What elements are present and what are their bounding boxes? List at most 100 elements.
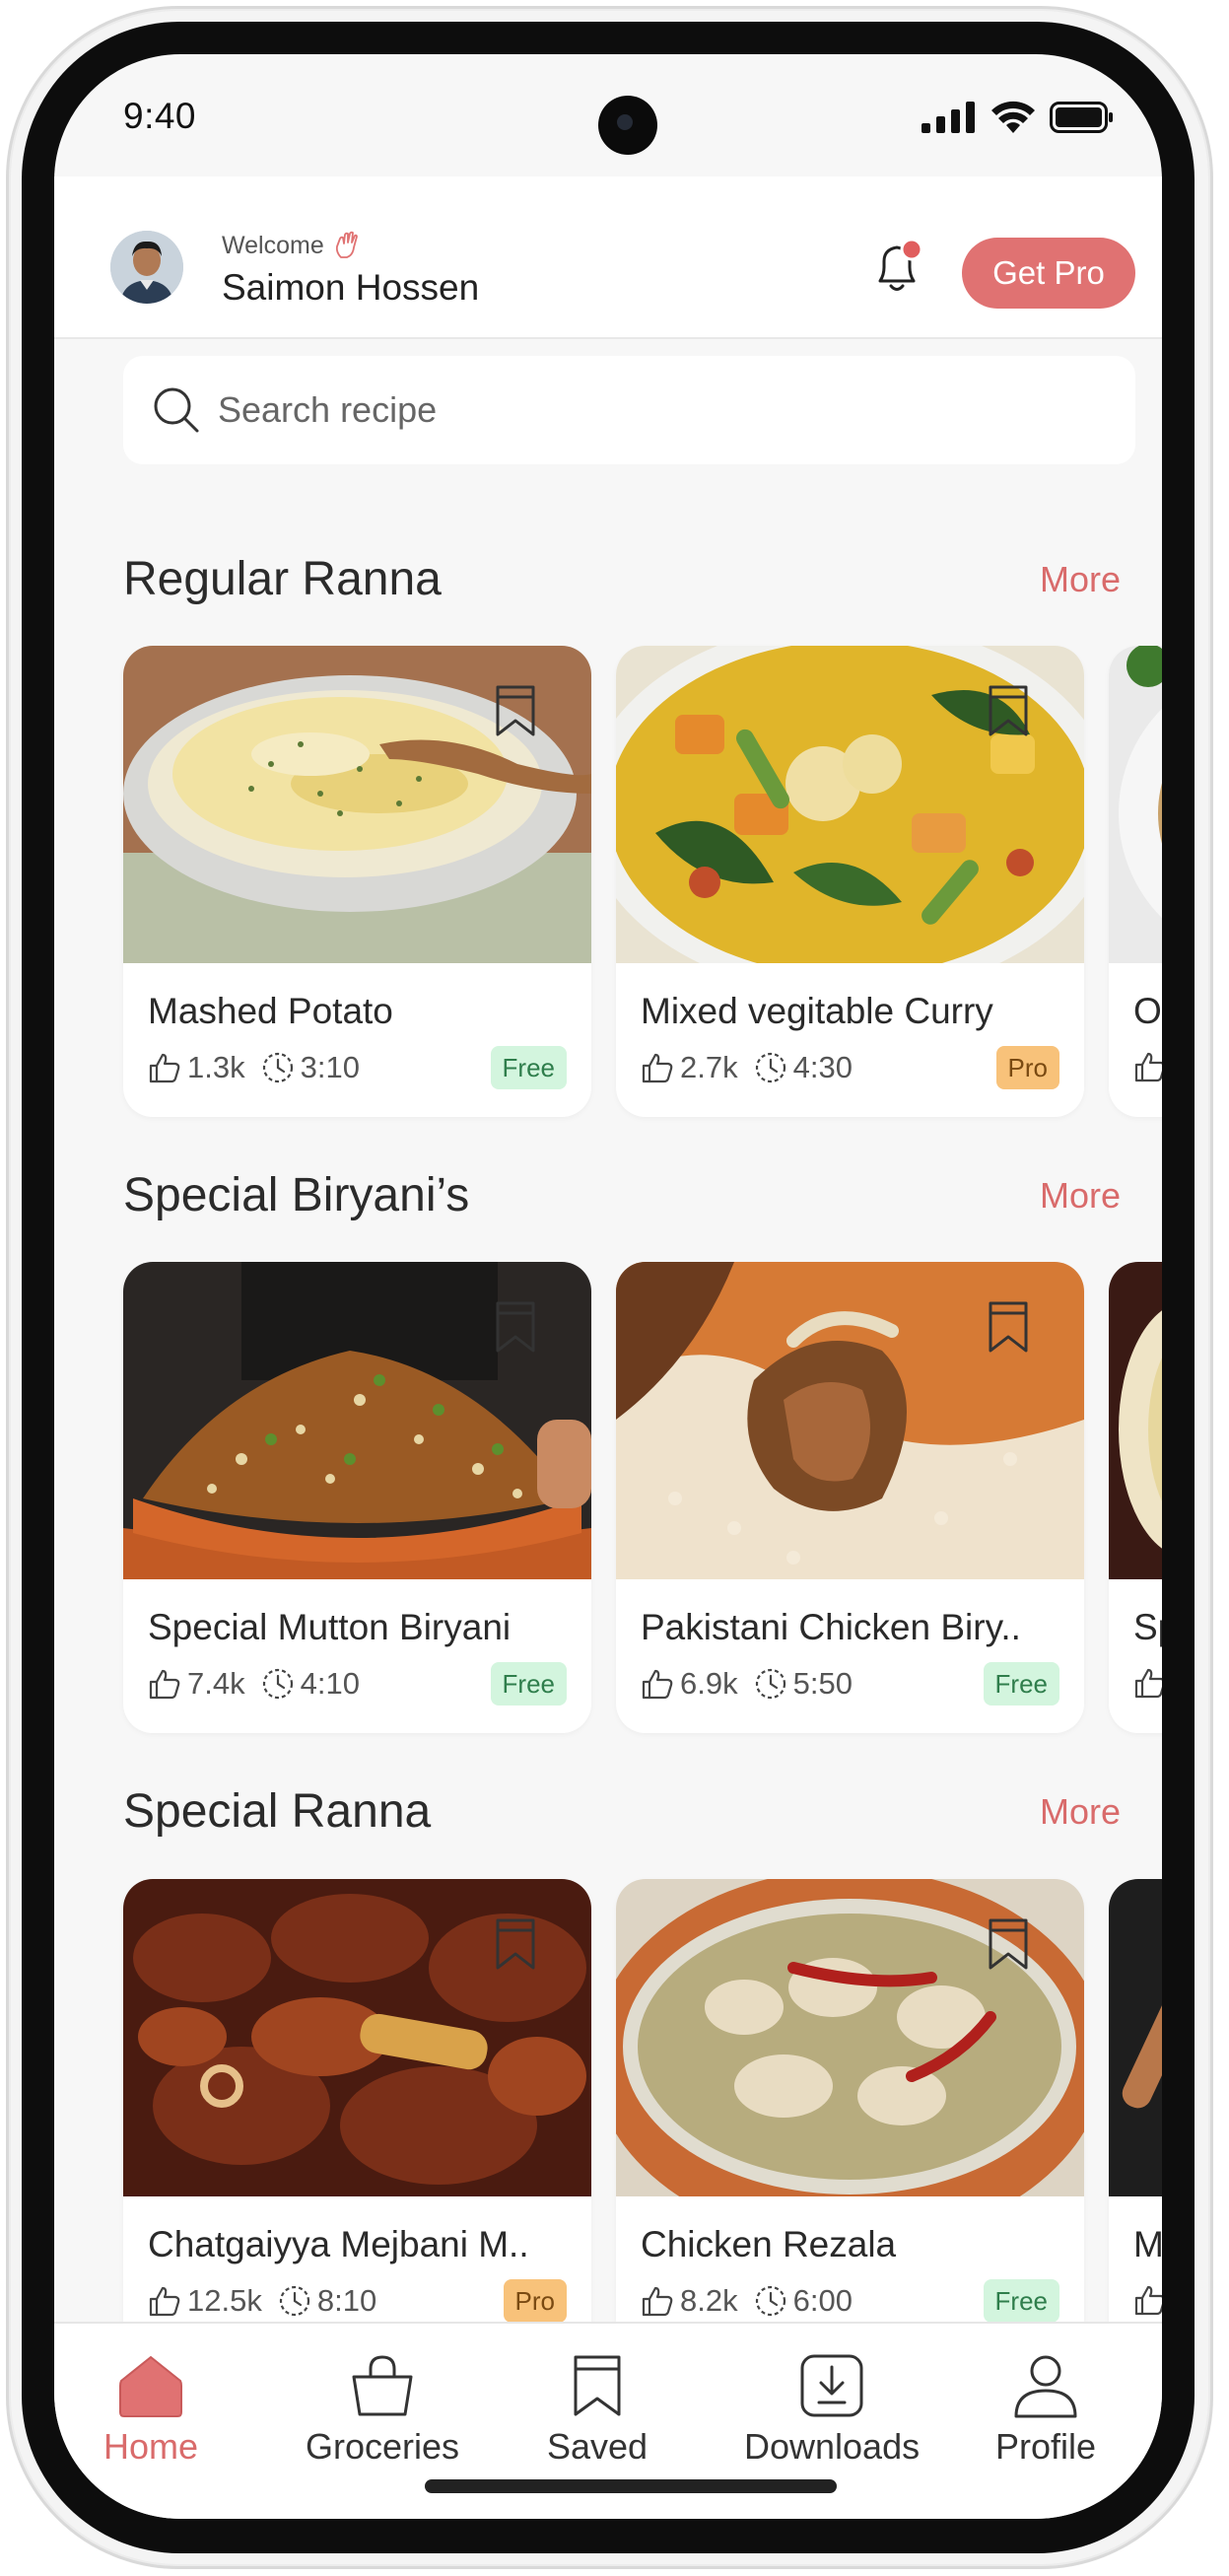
timer-icon <box>755 2285 785 2317</box>
recipe-meta: 12.5k 8:10 <box>148 2283 384 2319</box>
likes-count: 1.3k <box>187 1050 245 1084</box>
recipe-meta <box>1133 1666 1162 1700</box>
status-icons <box>922 101 1115 134</box>
welcome-text: Welcome <box>222 231 362 260</box>
card-row-regular-ranna: Mashed Potato 1.3k 3:10 Free Mixed vegit… <box>123 646 1162 1119</box>
duration-value: 4:10 <box>300 1666 360 1701</box>
nav-profile[interactable]: Profile <box>995 2353 1096 2468</box>
recipe-photo <box>1109 1262 1162 1579</box>
get-pro-button[interactable]: Get Pro <box>962 238 1135 309</box>
free-badge: Free <box>983 1662 1059 1706</box>
nav-downloads[interactable]: Downloads <box>744 2353 920 2468</box>
front-camera <box>598 96 657 155</box>
more-link-special-ranna[interactable]: More <box>1040 1791 1121 1833</box>
timer-icon <box>279 2285 309 2317</box>
recipe-card[interactable]: Special Mutton Biryani 7.4k 4:10 Free <box>123 1262 591 1733</box>
nav-label-groceries: Groceries <box>306 2426 460 2467</box>
thumbs-up-icon <box>149 1053 180 1083</box>
recipe-card[interactable]: Me <box>1109 1879 1162 2350</box>
bookmark-icon[interactable] <box>494 683 537 738</box>
bookmark-icon[interactable] <box>987 1916 1030 1972</box>
section-title-regular-ranna: Regular Ranna <box>123 553 442 605</box>
recipe-title: Chatgaiyya Mejbani M.. <box>148 2224 529 2264</box>
app-screen: 9:40 Welcome Saimon Hossen Get Pro Searc… <box>54 54 1162 2519</box>
likes-stat: 7.4k <box>148 1666 245 1702</box>
status-time: 9:40 <box>123 96 197 136</box>
duration-value: 6:00 <box>792 2283 853 2318</box>
likes-stat: 6.9k <box>641 1666 738 1702</box>
shopping-bag-icon <box>352 2355 413 2416</box>
bookmark-icon[interactable] <box>494 1916 537 1972</box>
nav-label-downloads: Downloads <box>744 2426 921 2467</box>
recipe-photo <box>1109 646 1162 963</box>
pro-badge: Pro <box>995 1046 1059 1089</box>
bookmark-icon[interactable] <box>987 683 1030 738</box>
duration-value: 4:30 <box>792 1050 853 1084</box>
section-title-special-biryani: Special Biryani’s <box>123 1169 470 1221</box>
bookmark-icon[interactable] <box>987 1299 1030 1355</box>
nav-groceries[interactable]: Groceries <box>306 2353 459 2468</box>
recipe-title: Special Mutton Biryani <box>148 1607 512 1647</box>
profile-icon <box>1014 2355 1077 2418</box>
likes-stat: 1.3k <box>148 1050 245 1085</box>
recipe-title: Sp <box>1133 1607 1162 1647</box>
recipe-meta: 6.9k 5:50 <box>641 1666 860 1702</box>
thumbs-up-icon <box>149 2286 180 2317</box>
duration-value: 5:50 <box>792 1666 853 1701</box>
recipe-meta: 1.3k 3:10 <box>148 1050 368 1085</box>
free-badge: Free <box>983 2279 1059 2323</box>
search-input[interactable] <box>216 388 1004 432</box>
duration-stat: 5:50 <box>754 1666 853 1702</box>
wifi-icon <box>991 101 1035 133</box>
user-name: Saimon Hossen <box>222 267 480 308</box>
timer-icon <box>755 1668 785 1700</box>
recipe-title: Chicken Rezala <box>641 2224 897 2264</box>
thumbs-up-icon <box>642 1669 673 1700</box>
card-row-special-biryani: Special Mutton Biryani 7.4k 4:10 Free Pa… <box>123 1262 1162 1735</box>
thumbs-up-icon <box>1134 2285 1162 2316</box>
recipe-meta: 8.2k 6:00 <box>641 2283 860 2319</box>
likes-stat: 2.7k <box>641 1050 738 1085</box>
bell-icon <box>878 238 923 291</box>
more-link-regular-ranna[interactable]: More <box>1040 559 1121 600</box>
recipe-card[interactable]: On <box>1109 646 1162 1117</box>
recipe-card[interactable]: Chatgaiyya Mejbani M.. 12.5k 8:10 Pro <box>123 1879 591 2350</box>
timer-icon <box>262 1668 293 1700</box>
bookmark-icon[interactable] <box>494 1299 537 1355</box>
thumbs-up-icon <box>642 1053 673 1083</box>
likes-count: 2.7k <box>680 1050 738 1084</box>
recipe-card[interactable]: Mixed vegitable Curry 2.7k 4:30 Pro <box>616 646 1084 1117</box>
nav-home[interactable]: Home <box>103 2353 198 2468</box>
likes-stat: 12.5k <box>148 2283 262 2319</box>
download-icon <box>800 2354 863 2417</box>
timer-icon <box>755 1052 785 1083</box>
duration-value: 3:10 <box>300 1050 360 1084</box>
home-indicator[interactable] <box>425 2479 837 2493</box>
bookmark-icon <box>574 2355 621 2416</box>
duration-stat: 6:00 <box>754 2283 853 2319</box>
recipe-meta <box>1133 2283 1162 2317</box>
recipe-card[interactable]: Chicken Rezala 8.2k 6:00 Free <box>616 1879 1084 2350</box>
free-badge: Free <box>490 1046 567 1089</box>
duration-stat: 4:30 <box>754 1050 853 1085</box>
recipe-title: Mixed vegitable Curry <box>641 991 993 1031</box>
search-icon <box>154 387 199 433</box>
welcome-label: Welcome <box>222 231 324 259</box>
notification-button[interactable] <box>862 234 931 303</box>
nav-saved[interactable]: Saved <box>547 2353 648 2468</box>
section-title-special-ranna: Special Ranna <box>123 1785 432 1838</box>
signal-icon <box>922 102 975 133</box>
more-link-special-biryani[interactable]: More <box>1040 1175 1121 1217</box>
user-avatar[interactable] <box>110 231 183 304</box>
timer-icon <box>262 1052 293 1083</box>
likes-count: 6.9k <box>680 1666 738 1701</box>
thumbs-up-icon <box>149 1669 180 1700</box>
recipe-card[interactable]: Mashed Potato 1.3k 3:10 Free <box>123 646 591 1117</box>
recipe-card[interactable]: Pakistani Chicken Biry.. 6.9k 5:50 Free <box>616 1262 1084 1733</box>
nav-label-profile: Profile <box>995 2426 1097 2467</box>
recipe-card[interactable]: Sp <box>1109 1262 1162 1733</box>
recipe-title: Me <box>1133 2224 1162 2264</box>
search-bar[interactable] <box>123 356 1135 464</box>
nav-label-home: Home <box>103 2426 199 2467</box>
recipe-photo <box>1109 1879 1162 2196</box>
